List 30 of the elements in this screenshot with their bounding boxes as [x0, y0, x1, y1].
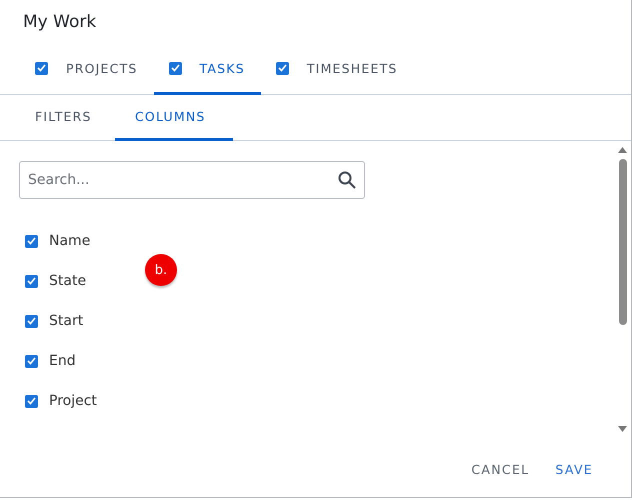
column-label: State — [49, 273, 86, 289]
tab-label: TIMESHEETS — [306, 60, 398, 76]
search-icon — [338, 171, 356, 189]
checkbox[interactable] — [25, 314, 38, 328]
cancel-button[interactable]: CANCEL — [463, 454, 538, 485]
tab-label: TASKS — [200, 60, 245, 76]
checkbox[interactable] — [168, 62, 182, 74]
scroll-thumb[interactable] — [618, 159, 626, 325]
column-label: Name — [49, 233, 90, 249]
scroll-up-icon[interactable] — [618, 147, 627, 153]
tab-label: PROJECTS — [66, 60, 138, 76]
tab[interactable]: TASKS — [154, 44, 261, 95]
column-label: End — [49, 353, 76, 369]
search-field[interactable]: Search... — [19, 161, 365, 199]
tab[interactable]: FILTERS — [0, 95, 115, 141]
checkbox[interactable] — [25, 354, 38, 368]
save-button[interactable]: SAVE — [547, 454, 601, 485]
tab[interactable]: PROJECTS — [20, 44, 154, 95]
checkbox[interactable] — [35, 62, 48, 74]
window-title: My Work — [22, 11, 98, 34]
tab[interactable]: TIMESHEETS — [260, 44, 414, 95]
checkbox[interactable] — [25, 394, 38, 408]
checkbox[interactable] — [25, 234, 38, 248]
checkbox[interactable] — [276, 62, 289, 74]
column-label: Project — [49, 393, 97, 409]
scroll-down-icon[interactable] — [618, 426, 627, 432]
checkbox[interactable] — [25, 274, 38, 288]
tab[interactable]: COLUMNS — [115, 95, 233, 141]
column-label: Start — [49, 313, 84, 329]
marker-badge: b. — [145, 254, 177, 286]
